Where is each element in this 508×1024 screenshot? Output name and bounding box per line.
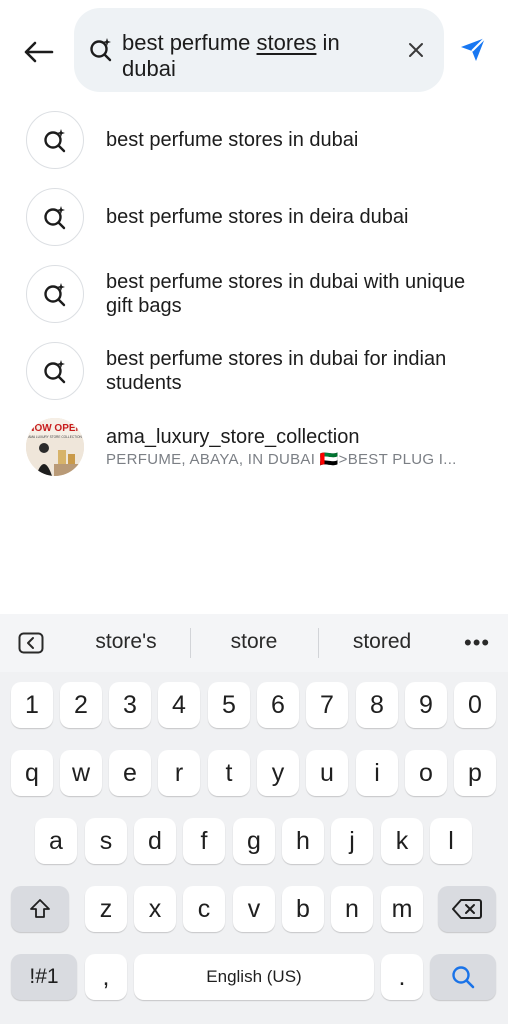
- key-q[interactable]: q: [11, 750, 53, 796]
- clear-button[interactable]: [404, 38, 428, 62]
- ai-search-icon: [26, 111, 84, 169]
- ai-search-icon: [26, 342, 84, 400]
- space-key[interactable]: English (US): [134, 954, 374, 1000]
- key-p[interactable]: p: [454, 750, 496, 796]
- ai-search-icon: [26, 188, 84, 246]
- suggestion-text: best perfume stores in deira dubai: [106, 206, 409, 228]
- key-7[interactable]: 7: [306, 682, 348, 728]
- prediction-divider: [190, 628, 191, 658]
- suggestion-item[interactable]: best perfume stores in deira dubai: [0, 187, 508, 247]
- key-9[interactable]: 9: [405, 682, 447, 728]
- query-text-part1: best perfume: [122, 30, 257, 55]
- key-h[interactable]: h: [282, 818, 324, 864]
- search-icon: [452, 966, 475, 989]
- prediction-bar: store's store stored •••: [0, 614, 508, 672]
- prediction-word[interactable]: store's: [71, 630, 181, 654]
- prediction-word[interactable]: store: [199, 630, 309, 654]
- profile-username: ama_luxury_store_collection: [106, 426, 360, 448]
- key-r[interactable]: r: [158, 750, 200, 796]
- more-options-icon[interactable]: •••: [464, 630, 490, 656]
- comma-key[interactable]: ,: [85, 954, 127, 1000]
- suggestion-item[interactable]: best perfume stores in dubai for indian …: [0, 341, 508, 401]
- key-5[interactable]: 5: [208, 682, 250, 728]
- avatar: NOW OPEN AMA LUXURY STORE COLLECTION: [26, 418, 84, 476]
- key-i[interactable]: i: [356, 750, 398, 796]
- ai-search-icon: [26, 265, 84, 323]
- key-k[interactable]: k: [381, 818, 423, 864]
- key-x[interactable]: x: [134, 886, 176, 932]
- avatar-text-store: AMA LUXURY STORE COLLECTION: [28, 435, 82, 439]
- backspace-icon: [452, 899, 482, 919]
- prediction-divider: [318, 628, 319, 658]
- key-m[interactable]: m: [381, 886, 423, 932]
- key-y[interactable]: y: [257, 750, 299, 796]
- search-header: best perfume stores in dubai: [0, 0, 508, 100]
- key-4[interactable]: 4: [158, 682, 200, 728]
- arrow-left-icon: [24, 41, 54, 63]
- key-a[interactable]: a: [35, 818, 77, 864]
- key-g[interactable]: g: [233, 818, 275, 864]
- key-z[interactable]: z: [85, 886, 127, 932]
- key-u[interactable]: u: [306, 750, 348, 796]
- key-n[interactable]: n: [331, 886, 373, 932]
- key-0[interactable]: 0: [454, 682, 496, 728]
- key-v[interactable]: v: [233, 886, 275, 932]
- key-c[interactable]: c: [183, 886, 225, 932]
- key-j[interactable]: j: [331, 818, 373, 864]
- key-s[interactable]: s: [85, 818, 127, 864]
- key-w[interactable]: w: [60, 750, 102, 796]
- key-f[interactable]: f: [183, 818, 225, 864]
- symbols-key[interactable]: !#1: [11, 954, 77, 1000]
- shift-icon: [30, 899, 50, 918]
- key-6[interactable]: 6: [257, 682, 299, 728]
- close-icon: [409, 43, 423, 57]
- avatar-text-now-open: NOW OPEN: [27, 423, 83, 434]
- collapse-toolbar-icon[interactable]: [18, 632, 44, 654]
- key-o[interactable]: o: [405, 750, 447, 796]
- back-button[interactable]: [18, 32, 58, 72]
- search-input[interactable]: best perfume stores in dubai: [74, 8, 444, 92]
- suggestion-text: best perfume stores in dubai with unique…: [106, 271, 466, 317]
- prediction-word[interactable]: stored: [327, 630, 437, 654]
- key-1[interactable]: 1: [11, 682, 53, 728]
- period-key[interactable]: .: [381, 954, 423, 1000]
- key-d[interactable]: d: [134, 818, 176, 864]
- ai-search-icon: [90, 38, 112, 62]
- suggestion-text: best perfume stores in dubai: [106, 129, 359, 151]
- send-icon[interactable]: [458, 34, 488, 64]
- query-text-underlined: stores: [256, 30, 317, 55]
- keyboard: store's store stored ••• 1 2 3 4 5 6 7 8…: [0, 614, 508, 1024]
- profile-bio: PERFUME, ABAYA, IN DUBAI 🇦🇪>BEST PLUG I.…: [106, 451, 457, 468]
- suggestion-item[interactable]: best perfume stores in dubai: [0, 110, 508, 170]
- backspace-key[interactable]: [438, 886, 496, 932]
- key-t[interactable]: t: [208, 750, 250, 796]
- suggestion-text: best perfume stores in dubai for indian …: [106, 348, 447, 394]
- key-3[interactable]: 3: [109, 682, 151, 728]
- suggestion-item[interactable]: best perfume stores in dubai with unique…: [0, 264, 508, 324]
- key-b[interactable]: b: [282, 886, 324, 932]
- shift-key[interactable]: [11, 886, 69, 932]
- key-l[interactable]: l: [430, 818, 472, 864]
- key-e[interactable]: e: [109, 750, 151, 796]
- key-2[interactable]: 2: [60, 682, 102, 728]
- search-key[interactable]: [430, 954, 496, 1000]
- key-8[interactable]: 8: [356, 682, 398, 728]
- search-query-text: best perfume stores in dubai: [122, 30, 392, 82]
